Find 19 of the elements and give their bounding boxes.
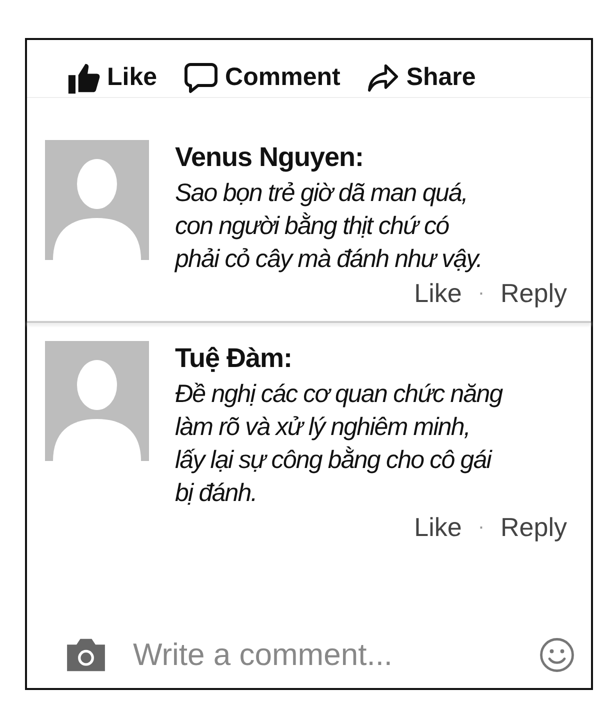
separator-dot: · [478,516,485,539]
smiley-icon[interactable] [539,637,575,673]
comment-text: Sao bọn trẻ giờ dã man quá, con người bằng thịt chứ có phải cỏ cây mà đánh như vậy. [175,178,484,275]
speech-bubble-icon [183,60,220,94]
like-button[interactable]: Like [67,60,158,94]
comment-input[interactable]: Write a comment... [131,636,517,674]
comment-text: Đề nghị các cơ quan chức năng làm rõ và xử lý nghiêm minh, lấy lại sự công bằng cho cô gái bị đánh. [175,379,504,509]
comment-button[interactable]: Comment [183,60,340,94]
avatar-silhouette-icon [45,140,149,260]
avatar-silhouette-icon [45,341,149,461]
commenter-name[interactable]: Tuệ Đàm: [175,343,581,374]
commenter-name[interactable]: Venus Nguyen: [175,142,581,173]
share-arrow-icon [366,62,400,92]
like-link[interactable]: Like [414,512,462,543]
reply-link[interactable]: Reply [500,512,567,543]
share-button[interactable]: Share [366,62,476,92]
separator-dot: · [478,282,485,305]
reply-link[interactable]: Reply [500,278,567,309]
like-link[interactable]: Like [414,278,462,309]
